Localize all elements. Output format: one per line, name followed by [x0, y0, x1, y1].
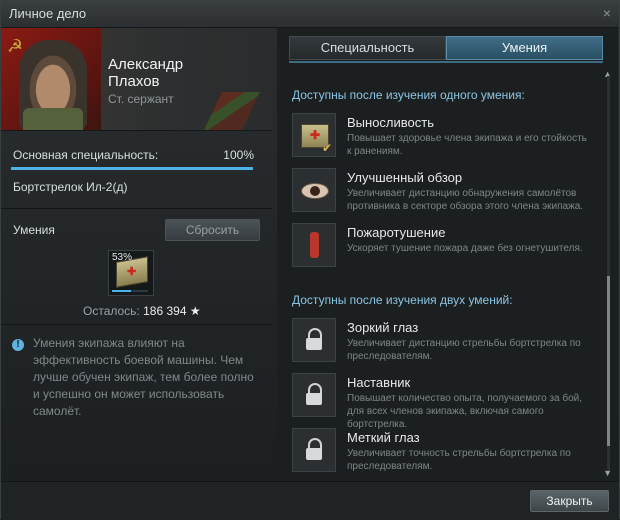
tab-bar: Специальность Умения [289, 36, 603, 60]
divider [1, 208, 272, 209]
skill-name: Пожаротушение [347, 225, 446, 240]
skill-mentor[interactable]: Наставник Повышает количество опыта, пол… [292, 373, 592, 430]
portrait-header: ☭ Александр Плахов Ст. сержант [1, 28, 272, 131]
divider [1, 324, 272, 325]
remaining-value: 186 394 [143, 304, 187, 318]
group-title-one-skill: Доступны после изучения одного умения: [292, 88, 525, 102]
skill-description: Ускоряет тушение пожара даже без огнетуш… [347, 243, 583, 254]
skill-keen-eye[interactable]: Зоркий глаз Увеличивает дистанцию стрель… [292, 318, 592, 364]
skill-description: Увеличивает дистанцию обнаружения самолё… [347, 188, 584, 212]
scrollbar[interactable] [607, 76, 610, 471]
lock-icon [292, 373, 336, 417]
checkmark-icon: ✔ [321, 141, 332, 155]
specialization-progress-bar [11, 167, 253, 170]
eye-icon [292, 168, 336, 212]
skill-endurance[interactable]: ✚ ✔ Выносливость Повышает здоровье члена … [292, 113, 592, 159]
crew-last-name: Плахов [108, 73, 160, 90]
current-skill-slot[interactable]: ✚ 53% [108, 250, 154, 296]
skill-name: Зоркий глаз [347, 320, 419, 335]
skill-progress-percent: 53% [112, 252, 133, 263]
group-title-two-skills: Доступны после изучения двух умений: [292, 293, 513, 307]
personal-file-window: Личное дело × ☭ Александр Плахов Ст. сер… [0, 0, 620, 520]
red-cross-icon: ✚ [127, 266, 137, 278]
hammer-sickle-icon: ☭ [7, 36, 24, 56]
info-text: Умения экипажа влияют на эффективность б… [33, 336, 254, 418]
tab-specialization[interactable]: Специальность [289, 36, 446, 60]
scroll-thumb[interactable] [607, 276, 610, 446]
tab-skills[interactable]: Умения [446, 36, 603, 60]
close-icon[interactable]: × [603, 5, 611, 21]
fire-extinguisher-icon [292, 223, 336, 267]
crew-info-panel: ☭ Александр Плахов Ст. сержант Основная … [1, 28, 272, 480]
lock-icon [292, 428, 336, 472]
scroll-down-icon[interactable]: ▼ [603, 468, 612, 478]
skill-name: Выносливость [347, 115, 434, 130]
specialization-percent: 100% [223, 148, 254, 162]
star-icon: ★ [189, 304, 201, 318]
rank-stripe-decoration [204, 92, 260, 130]
skill-sharp-eye[interactable]: Меткий глаз Увеличивает точность стрельб… [292, 428, 592, 474]
tab-underline [289, 61, 603, 63]
remaining-experience: Осталось: 186 394 ★ [83, 304, 201, 318]
skill-description: Увеличивает точность стрельбы бортстрелк… [347, 448, 571, 472]
crew-name: Александр Плахов [108, 56, 183, 90]
remaining-label: Осталось: [83, 304, 140, 318]
skill-name: Наставник [347, 375, 411, 390]
skill-description: Увеличивает дистанцию стрельбы бортстрел… [347, 338, 581, 362]
footer: Закрыть [1, 481, 619, 520]
title-bar: Личное дело × [1, 1, 619, 28]
crew-first-name: Александр [108, 56, 184, 73]
specialization-label: Основная специальность: [13, 148, 159, 162]
skills-panel: Специальность Умения Доступны после изуч… [277, 28, 618, 480]
skill-name: Меткий глаз [347, 430, 420, 445]
reset-skills-button[interactable]: Сбросить [165, 219, 260, 241]
specialization-name: Бортстрелок Ил-2(д) [13, 180, 128, 194]
skill-description: Повышает здоровье члена экипажа и его ст… [347, 133, 587, 157]
skill-progress-bar [112, 290, 148, 292]
skill-name: Улучшенный обзор [347, 170, 463, 185]
crew-rank: Ст. сержант [108, 92, 174, 106]
crew-portrait [19, 40, 87, 130]
info-icon: ! [12, 339, 24, 351]
skill-firefighting[interactable]: Пожаротушение Ускоряет тушение пожара да… [292, 223, 592, 269]
skill-description: Повышает количество опыта, получаемого з… [347, 393, 583, 430]
skill-improved-view[interactable]: Улучшенный обзор Увеличивает дистанцию о… [292, 168, 592, 214]
lock-icon [292, 318, 336, 362]
close-button[interactable]: Закрыть [530, 490, 609, 512]
endurance-book-icon: ✚ ✔ [292, 113, 336, 157]
window-title: Личное дело [9, 6, 87, 21]
skills-heading: Умения [13, 223, 55, 237]
